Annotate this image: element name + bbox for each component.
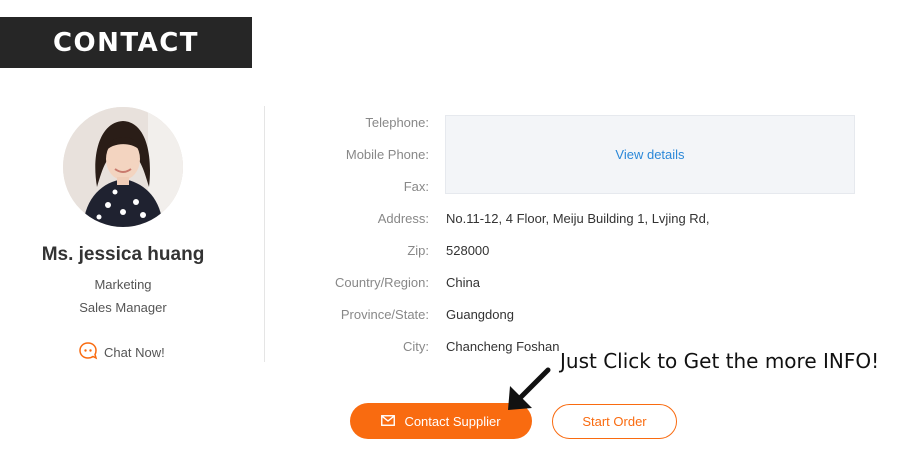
contact-name: Ms. jessica huang <box>41 244 205 265</box>
telephone-label: Telephone: <box>365 115 429 130</box>
arrow-down-left-icon <box>508 367 551 410</box>
mobile-phone-label: Mobile Phone: <box>345 147 429 162</box>
chat-now-label: Chat Now! <box>104 345 165 360</box>
country-value: China <box>446 275 480 290</box>
banner-title: CONTACT <box>52 27 200 58</box>
contact-position: Sales Manager <box>79 300 167 315</box>
contact-department: Marketing <box>94 277 152 292</box>
chat-bubble-icon <box>78 341 98 364</box>
avatar <box>63 107 183 227</box>
zip-label: Zip: <box>407 243 429 258</box>
contact-banner: CONTACT <box>0 17 252 68</box>
address-value: No.11-12, 4 Floor, Meiju Building 1, Lvj… <box>446 211 710 226</box>
country-label: Country/Region: <box>335 275 429 290</box>
province-label: Province/State: <box>340 307 429 322</box>
annotation-text: Just Click to Get the more INFO! <box>560 349 880 373</box>
phone-details-box: View details <box>445 115 855 194</box>
city-value: Chancheng Foshan <box>446 339 560 354</box>
contact-supplier-label: Contact Supplier <box>404 413 501 429</box>
zip-value: 528000 <box>446 243 490 258</box>
fax-label: Fax: <box>403 179 429 194</box>
province-value: Guangdong <box>446 307 514 322</box>
start-order-label: Start Order <box>582 414 647 429</box>
start-order-button[interactable]: Start Order <box>552 404 677 439</box>
address-label: Address: <box>377 211 429 226</box>
view-details-link[interactable]: View details <box>615 147 684 162</box>
mail-icon <box>381 414 396 429</box>
divider <box>264 106 265 362</box>
city-label: City: <box>403 339 429 354</box>
chat-now-link[interactable]: Chat Now! <box>78 341 165 364</box>
